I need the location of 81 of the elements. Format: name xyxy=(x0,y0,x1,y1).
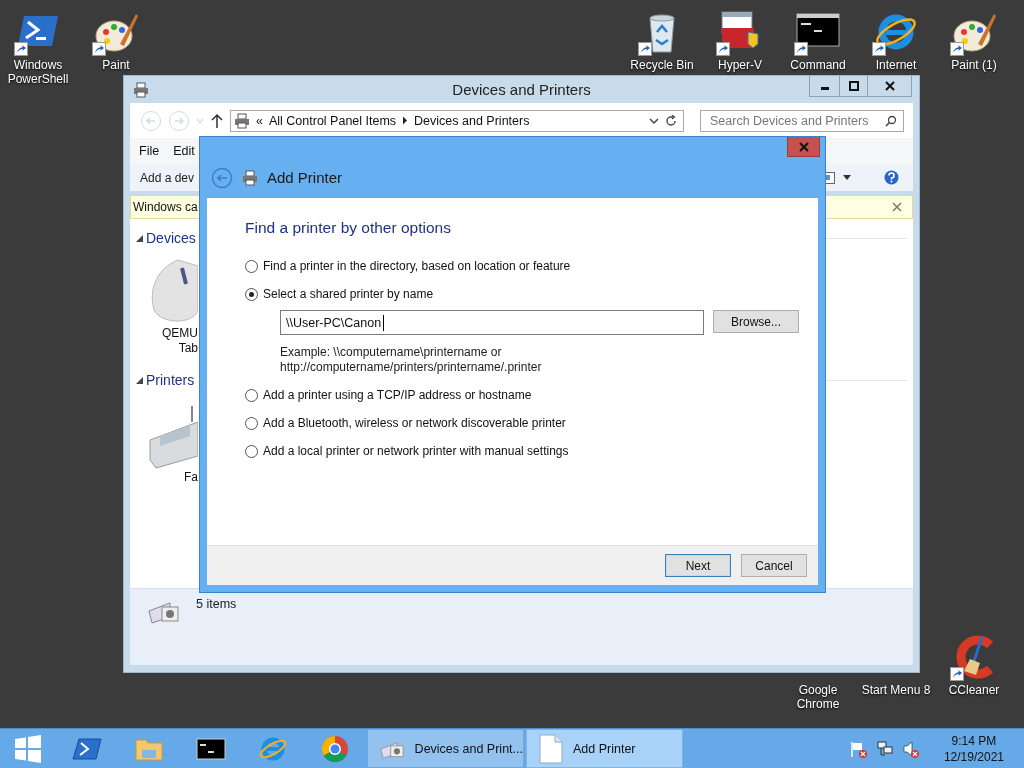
radio-button[interactable] xyxy=(245,287,258,301)
device-label[interactable]: QEMU xyxy=(162,326,198,341)
dialog-title: Add Printer xyxy=(267,169,343,186)
expanded-arrow-icon[interactable] xyxy=(136,234,143,242)
desktop-icon-label[interactable]: Paint xyxy=(102,58,130,72)
option-label[interactable]: Add a printer using a TCP/IP address or hostname xyxy=(263,388,532,402)
document-icon xyxy=(539,733,563,764)
printer-icon xyxy=(133,81,149,98)
printer-icon xyxy=(242,169,258,186)
device-label[interactable]: Fa xyxy=(184,470,198,485)
browser-icon[interactable] xyxy=(320,733,350,764)
example-text: http://computername/printers/printername/.printer xyxy=(280,360,543,375)
shortcut-arrow-icon xyxy=(14,42,28,56)
option-label[interactable]: Select a shared printer by name xyxy=(263,287,434,301)
clock-time[interactable]: 9:14 PM xyxy=(951,732,997,749)
radio-button[interactable] xyxy=(245,259,258,273)
taskbar-button[interactable]: Devices and Print... xyxy=(367,729,524,768)
chevron-down-icon[interactable] xyxy=(649,116,659,125)
start-icon[interactable] xyxy=(12,733,43,764)
desktop-icon-label[interactable]: Paint (1) xyxy=(951,58,997,72)
close-button[interactable] xyxy=(867,76,912,97)
maximize-icon xyxy=(848,81,859,91)
radio-button[interactable] xyxy=(245,388,258,402)
group-header[interactable]: Devices xyxy=(146,230,196,246)
desktop-icon-label[interactable]: Google Chrome xyxy=(781,683,855,711)
expanded-arrow-icon[interactable] xyxy=(136,376,143,384)
item-count: 5 items xyxy=(196,597,237,613)
minimize-button[interactable] xyxy=(809,76,840,97)
desktop-icon-label[interactable]: Start Menu 8 xyxy=(861,683,931,697)
chevron-right-icon[interactable] xyxy=(402,116,409,125)
desktop-icon-label[interactable]: CCleaner xyxy=(948,683,1000,697)
network-icon[interactable] xyxy=(875,739,894,758)
up-arrow-icon[interactable] xyxy=(210,112,224,129)
window-title: Devices and Printers xyxy=(452,81,591,98)
example-text: Example: \\computername\printername or xyxy=(280,345,503,360)
help-icon[interactable] xyxy=(884,170,899,185)
close-icon xyxy=(884,81,895,91)
shortcut-arrow-icon xyxy=(794,42,808,56)
printer-icon xyxy=(234,112,250,129)
toolbar-button[interactable]: Add a dev xyxy=(140,170,195,185)
option-label[interactable]: Add a local printer or network printer with manual settings xyxy=(263,444,569,458)
dialog-button[interactable]: Next xyxy=(665,554,731,577)
address-bar[interactable]: « All Control Panel Items Devices and Printers xyxy=(230,109,684,132)
shortcut-arrow-icon xyxy=(950,667,964,681)
radio-button[interactable] xyxy=(245,444,258,458)
menu-item[interactable]: File xyxy=(139,144,160,158)
option-label[interactable]: Find a printer in the directory, based on location or feature xyxy=(263,259,571,273)
search-icon xyxy=(885,114,897,127)
flag-icon[interactable] xyxy=(849,739,868,758)
shortcut-arrow-icon xyxy=(872,42,886,56)
close-icon[interactable] xyxy=(892,202,902,212)
breadcrumb-item[interactable]: All Control Panel Items xyxy=(268,113,397,128)
device-label[interactable]: Tab xyxy=(178,341,198,356)
desktop-icon-label[interactable]: Command xyxy=(790,58,846,72)
radio-button[interactable] xyxy=(245,416,258,430)
shortcut-arrow-icon xyxy=(638,42,652,56)
shortcut-arrow-icon xyxy=(950,42,964,56)
taskbar-button[interactable]: Add Printer xyxy=(526,729,683,768)
desktop-icon-label[interactable]: Windows PowerShell xyxy=(1,58,75,86)
close-button[interactable] xyxy=(787,137,820,157)
speaker-muted-icon[interactable] xyxy=(901,739,920,758)
printer-name-field[interactable]: \\User-PC\Canon xyxy=(280,310,704,335)
clock-date[interactable]: 12/19/2021 xyxy=(943,748,1004,765)
desktop-icon-label[interactable]: Internet xyxy=(875,58,917,72)
breadcrumb-item[interactable]: Devices and Printers xyxy=(414,113,530,128)
menu-item[interactable]: Edit xyxy=(173,144,195,158)
shortcut-arrow-icon xyxy=(92,42,106,56)
desktop-icon-label[interactable]: Hyper-V xyxy=(718,58,762,72)
dialog-heading: Find a printer by other options xyxy=(245,219,452,237)
group-header[interactable]: Printers xyxy=(146,372,195,388)
desktop-icon-label[interactable]: Recycle Bin xyxy=(630,58,694,72)
info-bar-text: Windows ca xyxy=(133,200,198,214)
breadcrumb-overflow[interactable]: « xyxy=(256,113,263,128)
dialog-button[interactable]: Cancel xyxy=(741,554,807,577)
shortcut-arrow-icon xyxy=(716,42,730,56)
close-icon xyxy=(798,141,809,152)
browse-button[interactable]: Browse... xyxy=(713,310,799,333)
refresh-icon[interactable] xyxy=(665,114,677,127)
option-label[interactable]: Add a Bluetooth, wireless or network discoverable printer xyxy=(263,416,566,430)
search-field[interactable]: Search Devices and Printers xyxy=(700,109,904,132)
dropdown-caret-icon[interactable] xyxy=(843,174,851,181)
